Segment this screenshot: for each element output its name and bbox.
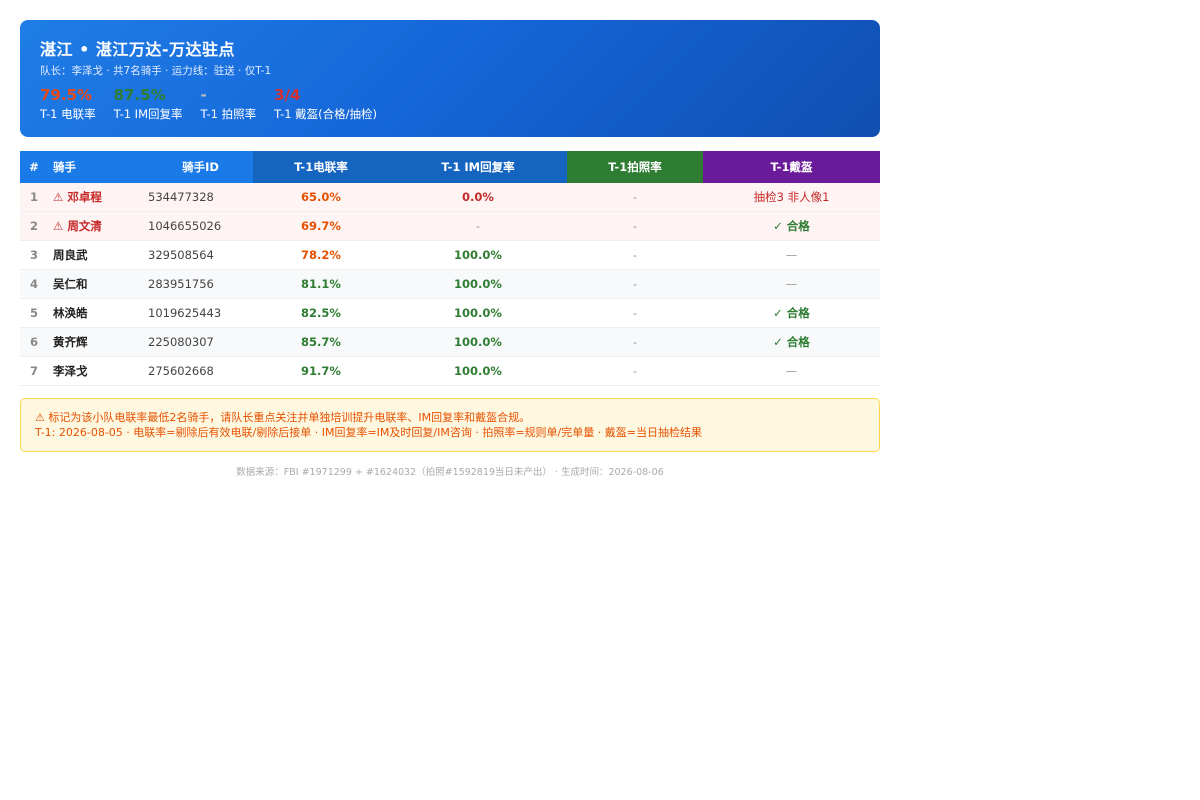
col-header-call-rate: T-1电联率 <box>253 151 389 183</box>
report-container: 湛江 • 湛江万达-万达驻点 队长：李泽戈 · 共7名骑手 · 运力线：驻送 ·… <box>20 20 880 478</box>
cell-helmet: ✓ 合格 <box>703 327 880 357</box>
cell-photo-rate: - <box>567 240 703 270</box>
cell-helmet: — <box>703 269 880 299</box>
team-subtitle: 队长：李泽戈 · 共7名骑手 · 运力线：驻送 · 仅T-1 <box>40 65 272 77</box>
col-header-helmet: T-1戴盔 <box>703 151 880 183</box>
cell-call-rate: 65.0% <box>253 183 389 212</box>
table-row: 4 吴仁和 283951756 81.1% 100.0% - — <box>20 269 880 299</box>
col-header-im-rate: T-1 IM回复率 <box>389 151 567 183</box>
table-row: 3 周良武 329508564 78.2% 100.0% - — <box>20 240 880 270</box>
cell-rider-id: 534477328 <box>148 183 253 212</box>
cell-index: 4 <box>20 269 48 299</box>
cell-call-rate: 78.2% <box>253 240 389 270</box>
cell-call-rate: 82.5% <box>253 298 389 328</box>
cell-call-rate: 85.7% <box>253 327 389 357</box>
col-header-rider: 骑手 <box>48 151 148 183</box>
cell-im-rate: 100.0% <box>389 269 567 299</box>
cell-call-rate: 91.7% <box>253 356 389 386</box>
kpi-helmet: 3/4 T-1 戴盔(合格/抽检) <box>274 86 377 122</box>
kpi-label: T-1 拍照率 <box>200 107 257 121</box>
cell-photo-rate: - <box>567 298 703 328</box>
cell-rider-name: 吴仁和 <box>48 269 148 299</box>
cell-index: 1 <box>20 183 48 212</box>
kpi-value: - <box>200 86 207 104</box>
cell-im-rate: 100.0% <box>389 327 567 357</box>
cell-rider-id: 225080307 <box>148 327 253 357</box>
rider-table: # 骑手 骑手ID T-1电联率 T-1 IM回复率 T-1拍照率 T-1戴盔 … <box>20 151 880 386</box>
kpi-value: 79.5% <box>40 86 93 104</box>
cell-helmet: 抽检3 非人像1 <box>703 183 880 212</box>
kpi-row: 79.5% T-1 电联率 87.5% T-1 IM回复率 - T-1 拍照率 … <box>40 86 395 122</box>
cell-call-rate: 69.7% <box>253 211 389 241</box>
cell-index: 5 <box>20 298 48 328</box>
cell-photo-rate: - <box>567 356 703 386</box>
col-header-photo-rate: T-1拍照率 <box>567 151 703 183</box>
table-row: 2 ⚠ 周文清 1046655026 69.7% - - ✓ 合格 <box>20 211 880 241</box>
cell-im-rate: 100.0% <box>389 240 567 270</box>
team-header: 湛江 • 湛江万达-万达驻点 队长：李泽戈 · 共7名骑手 · 运力线：驻送 ·… <box>20 20 880 137</box>
cell-im-rate: 0.0% <box>389 183 567 212</box>
cell-photo-rate: - <box>567 183 703 212</box>
cell-helmet: ✓ 合格 <box>703 298 880 328</box>
cell-rider-name: 李泽戈 <box>48 356 148 386</box>
kpi-label: T-1 戴盔(合格/抽检) <box>274 107 378 121</box>
cell-rider-name: 黄齐辉 <box>48 327 148 357</box>
cell-index: 7 <box>20 356 48 386</box>
cell-rider-name: 周良武 <box>48 240 148 270</box>
kpi-label: T-1 电联率 <box>40 107 96 121</box>
cell-photo-rate: - <box>567 269 703 299</box>
cell-rider-id: 1046655026 <box>148 211 253 241</box>
table-row: 5 林涣皓 1019625443 82.5% 100.0% - ✓ 合格 <box>20 298 880 328</box>
cell-index: 6 <box>20 327 48 357</box>
cell-index: 2 <box>20 211 48 241</box>
team-title: 湛江 • 湛江万达-万达驻点 <box>40 40 236 59</box>
cell-rider-id: 329508564 <box>148 240 253 270</box>
note-line-definitions: T-1: 2026-08-05 · 电联率=剔除后有效电联/剔除后接单 · IM… <box>35 426 702 439</box>
kpi-call-rate: 79.5% T-1 电联率 <box>40 86 96 122</box>
warning-note: ⚠ 标记为该小队电联率最低2名骑手，请队长重点关注并单独培训提升电联率、IM回复… <box>20 398 880 452</box>
kpi-label: T-1 IM回复率 <box>113 107 183 121</box>
cell-im-rate: - <box>389 211 567 241</box>
cell-rider-id: 1019625443 <box>148 298 253 328</box>
col-header-rider-id: 骑手ID <box>148 151 253 183</box>
data-source-footer: 数据来源：FBI #1971299 + #1624032（拍照#1592819当… <box>236 467 664 478</box>
kpi-photo-rate: - T-1 拍照率 <box>201 86 257 122</box>
cell-helmet: — <box>703 240 880 270</box>
cell-helmet: — <box>703 356 880 386</box>
col-header-index: # <box>20 151 48 183</box>
table-row: 1 ⚠ 邓卓程 534477328 65.0% 0.0% - 抽检3 非人像1 <box>20 183 880 212</box>
kpi-im-rate: 87.5% T-1 IM回复率 <box>114 86 183 122</box>
cell-rider-id: 275602668 <box>148 356 253 386</box>
cell-index: 3 <box>20 240 48 270</box>
table-row: 6 黄齐辉 225080307 85.7% 100.0% - ✓ 合格 <box>20 327 880 357</box>
cell-photo-rate: - <box>567 327 703 357</box>
note-line-warning: ⚠ 标记为该小队电联率最低2名骑手，请队长重点关注并单独培训提升电联率、IM回复… <box>35 411 531 424</box>
kpi-value: 87.5% <box>113 86 166 104</box>
cell-photo-rate: - <box>567 211 703 241</box>
cell-rider-name: ⚠ 邓卓程 <box>48 183 148 212</box>
cell-helmet: ✓ 合格 <box>703 211 880 241</box>
cell-im-rate: 100.0% <box>389 356 567 386</box>
cell-rider-name: ⚠ 周文清 <box>48 211 148 241</box>
cell-im-rate: 100.0% <box>389 298 567 328</box>
table-row: 7 李泽戈 275602668 91.7% 100.0% - — <box>20 356 880 386</box>
cell-call-rate: 81.1% <box>253 269 389 299</box>
cell-rider-name: 林涣皓 <box>48 298 148 328</box>
cell-rider-id: 283951756 <box>148 269 253 299</box>
table-header-row: # 骑手 骑手ID T-1电联率 T-1 IM回复率 T-1拍照率 T-1戴盔 <box>20 151 880 183</box>
kpi-value: 3/4 <box>274 86 301 104</box>
